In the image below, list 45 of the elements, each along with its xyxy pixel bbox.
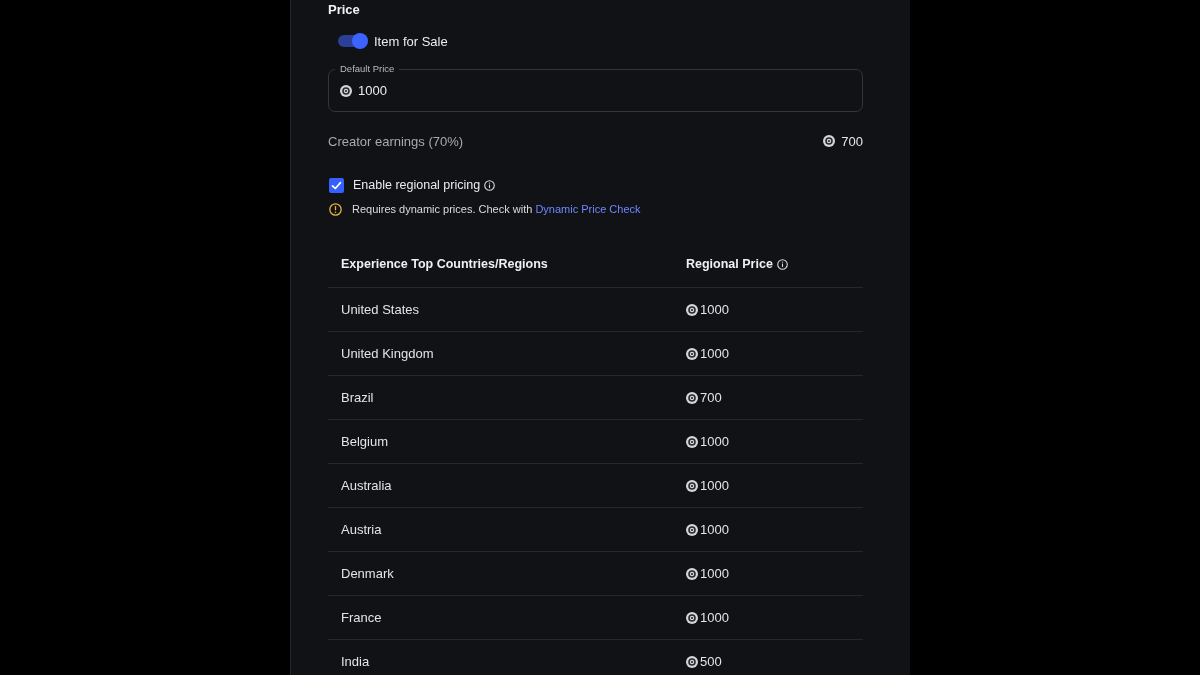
country-cell: Austria bbox=[341, 522, 382, 537]
price-cell: 700 bbox=[700, 390, 722, 405]
country-cell: Denmark bbox=[341, 566, 394, 581]
coin-icon bbox=[686, 655, 698, 668]
country-cell: India bbox=[341, 654, 370, 669]
country-cell: France bbox=[341, 610, 382, 625]
toggle-switch[interactable] bbox=[338, 32, 368, 50]
info-icon bbox=[484, 179, 496, 191]
coin-icon bbox=[340, 84, 352, 97]
checkbox-label: Enable regional pricing bbox=[353, 178, 481, 192]
price-cell: 1000 bbox=[700, 478, 729, 493]
price-cell: 1000 bbox=[700, 434, 729, 449]
notice-text: Requires dynamic prices. Check with Dynamic Price Check bbox=[352, 203, 641, 215]
field-value: 1000 bbox=[358, 83, 387, 98]
country-cell: United Kingdom bbox=[341, 346, 434, 361]
coin-icon bbox=[823, 135, 836, 147]
toggle-label: Item for Sale bbox=[374, 33, 448, 49]
coin-icon bbox=[686, 611, 698, 624]
info-icon bbox=[776, 258, 788, 270]
warning-icon bbox=[329, 202, 342, 216]
coin-icon bbox=[686, 479, 698, 492]
section-title: Price bbox=[328, 1, 360, 19]
coin-icon bbox=[686, 567, 698, 580]
earnings-value: 700 bbox=[841, 133, 863, 149]
field-label: Default Price bbox=[335, 63, 400, 75]
country-cell: United States bbox=[341, 302, 420, 317]
price-cell: 1000 bbox=[700, 302, 729, 317]
price-cell: 1000 bbox=[700, 566, 729, 581]
price-cell: 1000 bbox=[700, 346, 729, 361]
country-cell: Brazil bbox=[341, 390, 374, 405]
column-header: Regional Price bbox=[686, 257, 773, 271]
price-cell: 500 bbox=[700, 654, 722, 669]
checkbox[interactable] bbox=[329, 177, 344, 193]
price-cell: 1000 bbox=[700, 522, 729, 537]
coin-icon bbox=[686, 391, 698, 404]
coin-icon bbox=[686, 435, 698, 448]
country-cell: Australia bbox=[341, 478, 392, 493]
earnings-label: Creator earnings (70%) bbox=[328, 133, 464, 149]
coin-icon bbox=[686, 303, 698, 316]
dynamic-price-check-link[interactable]: Dynamic Price Check bbox=[535, 203, 641, 215]
column-header: Experience Top Countries/Regions bbox=[341, 257, 548, 271]
coin-icon bbox=[686, 523, 698, 536]
price-cell: 1000 bbox=[700, 610, 729, 625]
country-cell: Belgium bbox=[341, 434, 388, 449]
coin-icon bbox=[686, 347, 698, 360]
